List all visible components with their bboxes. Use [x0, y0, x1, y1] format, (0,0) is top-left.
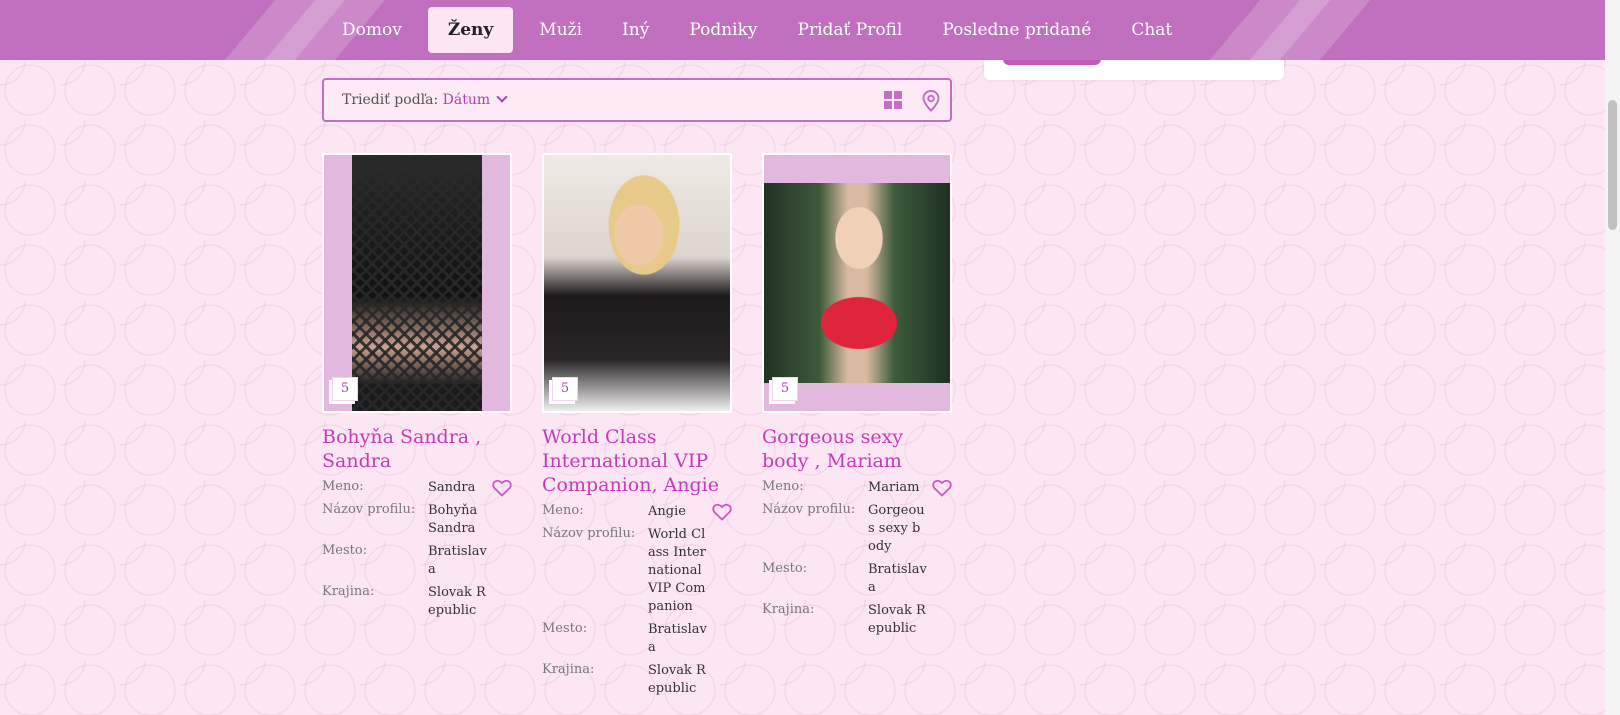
country-value: Slovak Republic [868, 603, 926, 636]
country-value: Slovak Republic [648, 663, 706, 696]
nav-item-podniky[interactable]: Podniky [669, 7, 777, 53]
profile-name-value: Gorgeous sexy body [868, 503, 925, 554]
nav-item-zeny[interactable]: Ženy [427, 7, 514, 53]
photo-count-badge: 5 [552, 377, 578, 401]
profile-card: 5 World Class International VIP Companio… [542, 153, 732, 703]
nav-item-muzi[interactable]: Muži [519, 7, 602, 53]
profile-info: Meno: Sandra Názov profilu: Bohyňa Sandra … [322, 479, 512, 620]
profile-name-value: Bohyňa Sandra [428, 503, 478, 536]
heart-icon[interactable] [712, 503, 732, 521]
profile-title[interactable]: Bohyňa Sandra , Sandra [322, 425, 512, 473]
profile-card: 5 Bohyňa Sandra , Sandra Meno: Sandra Náz… [322, 153, 512, 625]
sort-bar: Triediť podľa: Dátum [322, 78, 952, 122]
city-label: Mesto: [762, 561, 808, 576]
sort-value: Dátum [442, 92, 491, 108]
nav-item-domov[interactable]: Domov [322, 7, 422, 53]
photo-count-badge: 5 [332, 377, 358, 401]
profile-photo [764, 183, 950, 383]
profile-name-label: Názov profilu: [542, 526, 636, 541]
name-value: Angie [648, 504, 686, 519]
profile-name-label: Názov profilu: [762, 502, 856, 517]
country-label: Krajina: [542, 662, 595, 677]
main-nav: Domov Ženy Muži Iný Podniky Pridať Profi… [322, 0, 1192, 60]
grid-view-icon[interactable] [884, 91, 902, 109]
city-value: Bratislava [868, 562, 927, 595]
country-label: Krajina: [322, 584, 375, 599]
sort-label: Triediť podľa: [342, 92, 439, 108]
nav-item-pridat-profil[interactable]: Pridať Profil [778, 7, 923, 53]
nav-item-iny[interactable]: Iný [602, 7, 669, 53]
city-value: Bratislava [648, 622, 707, 655]
map-pin-icon[interactable] [922, 90, 940, 112]
chevron-down-icon [496, 91, 508, 103]
heart-icon[interactable] [932, 479, 952, 497]
profile-name-value: World Class International VIP Companion [648, 527, 706, 614]
name-label: Meno: [542, 503, 584, 518]
profile-info: Meno: Mariam Názov profilu: Gorgeous sexy … [762, 479, 952, 638]
heart-icon[interactable] [492, 479, 512, 497]
profile-title[interactable]: Gorgeous sexy body , Mariam [762, 425, 952, 473]
profile-photo-frame[interactable]: 5 [542, 153, 732, 413]
profile-title[interactable]: World Class International VIP Companion,… [542, 425, 732, 497]
name-value: Mariam [868, 480, 920, 495]
city-label: Mesto: [322, 543, 368, 558]
city-label: Mesto: [542, 621, 588, 636]
profile-info: Meno: Angie Názov profilu: World Class Int… [542, 503, 732, 698]
profile-name-label: Názov profilu: [322, 502, 416, 517]
country-value: Slovak Republic [428, 585, 486, 618]
name-label: Meno: [762, 479, 804, 494]
country-label: Krajina: [762, 602, 815, 617]
profile-photo-frame[interactable]: 5 [762, 153, 952, 413]
nav-item-chat[interactable]: Chat [1111, 7, 1192, 53]
profile-photo [352, 155, 482, 411]
scrollbar-thumb[interactable] [1608, 100, 1617, 230]
sort-dropdown[interactable]: Dátum [442, 91, 508, 108]
top-navigation-bar: Domov Ženy Muži Iný Podniky Pridať Profi… [0, 0, 1605, 60]
city-value: Bratislava [428, 544, 487, 577]
nav-item-posledne-pridane[interactable]: Posledne pridané [922, 7, 1111, 53]
vertical-scrollbar[interactable] [1605, 0, 1620, 715]
sort-control: Triediť podľa: Dátum [342, 91, 508, 108]
profile-card: 5 Gorgeous sexy body , Mariam Meno: Maria… [762, 153, 952, 643]
name-value: Sandra [428, 480, 476, 495]
profile-photo-frame[interactable]: 5 [322, 153, 512, 413]
name-label: Meno: [322, 479, 364, 494]
profile-photo [544, 155, 730, 411]
photo-count-badge: 5 [772, 377, 798, 401]
